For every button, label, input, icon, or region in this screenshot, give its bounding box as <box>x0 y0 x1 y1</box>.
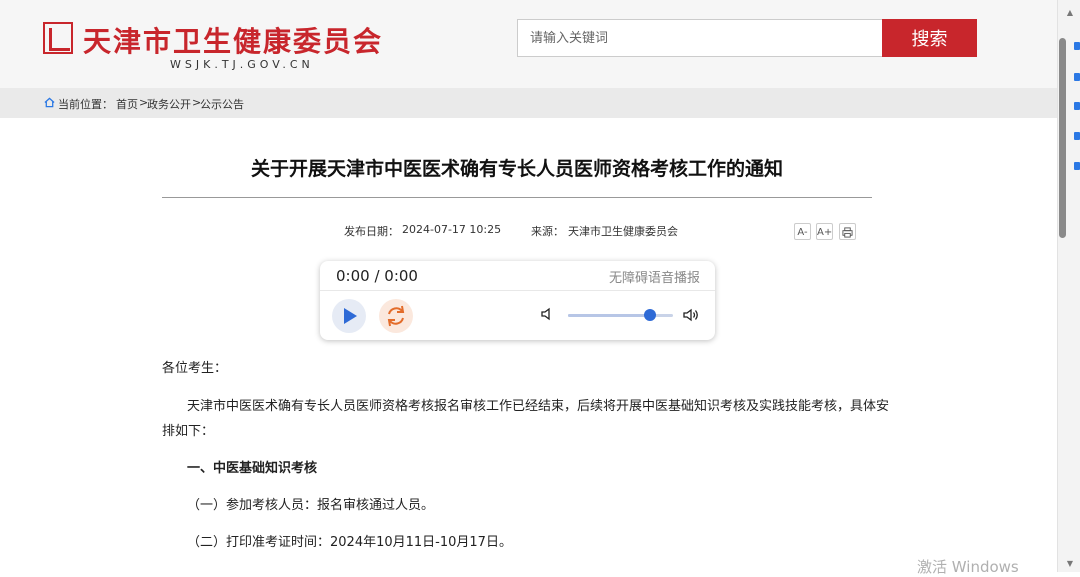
publish-date: 2024-07-17 10:25 <box>402 223 502 236</box>
side-marker <box>1074 132 1080 140</box>
breadcrumb-notices[interactable]: 公示公告 <box>200 96 244 112</box>
audio-divider <box>320 290 715 291</box>
side-marker <box>1074 162 1080 170</box>
volume-knob[interactable] <box>644 309 656 321</box>
search-button[interactable]: 搜索 <box>882 19 977 57</box>
side-panel-edge <box>1072 0 1080 572</box>
audio-caption: 无障碍语音播报 <box>608 271 700 286</box>
intro-paragraph-line2: 排如下： <box>162 424 215 439</box>
play-button[interactable] <box>332 299 366 333</box>
source-value: 天津市卫生健康委员会 <box>568 225 678 238</box>
breadcrumb-home[interactable]: 首页 <box>116 96 138 112</box>
site-domain: WSJK.TJ.GOV.CN <box>170 58 314 71</box>
publish-date-label: 发布日期： <box>344 225 399 238</box>
audio-time: 0:00 / 0:00 <box>336 267 418 285</box>
breadcrumb-label: 当前位置： <box>58 98 113 111</box>
windows-activation-watermark: 激活 Windows <box>917 558 1019 576</box>
side-marker <box>1074 102 1080 110</box>
play-icon <box>344 308 357 324</box>
print-button[interactable] <box>839 223 856 240</box>
logo-emblem-icon[interactable] <box>43 22 73 54</box>
article-title: 关于开展天津市中医医术确有专长人员医师资格考核工作的通知 <box>250 158 783 180</box>
volume-slider[interactable] <box>568 309 673 321</box>
volume-down-icon[interactable] <box>540 307 554 321</box>
source-label: 来源： <box>531 225 564 238</box>
site-title[interactable]: 天津市卫生健康委员会 <box>83 20 383 60</box>
salutation: 各位考生： <box>162 361 228 376</box>
title-divider <box>162 197 872 198</box>
list-item: （一）参加考核人员：报名审核通过人员。 <box>187 498 435 513</box>
font-decrease-button[interactable]: A- <box>794 223 811 240</box>
scroll-thumb[interactable] <box>1059 38 1066 238</box>
home-icon <box>44 97 55 108</box>
volume-up-icon[interactable] <box>682 307 700 323</box>
replay-button[interactable] <box>379 299 413 333</box>
list-item: （二）打印准考证时间：2024年10月11日-10月17日。 <box>187 535 512 550</box>
intro-paragraph-line1: 天津市中医医术确有专长人员医师资格考核报名审核工作已经结束，后续将开展中医基础知… <box>187 399 890 414</box>
font-increase-button[interactable]: A+ <box>816 223 833 240</box>
replay-icon <box>387 305 405 327</box>
side-marker <box>1074 73 1080 81</box>
volume-fill <box>568 314 650 317</box>
breadcrumb-gov-info[interactable]: 政务公开 <box>147 96 191 112</box>
search-input[interactable] <box>517 19 883 57</box>
audio-player: 0:00 / 0:00 无障碍语音播报 <box>320 261 715 340</box>
side-marker <box>1074 42 1080 50</box>
section-heading: 一、中医基础知识考核 <box>187 461 318 476</box>
print-icon <box>842 227 853 238</box>
